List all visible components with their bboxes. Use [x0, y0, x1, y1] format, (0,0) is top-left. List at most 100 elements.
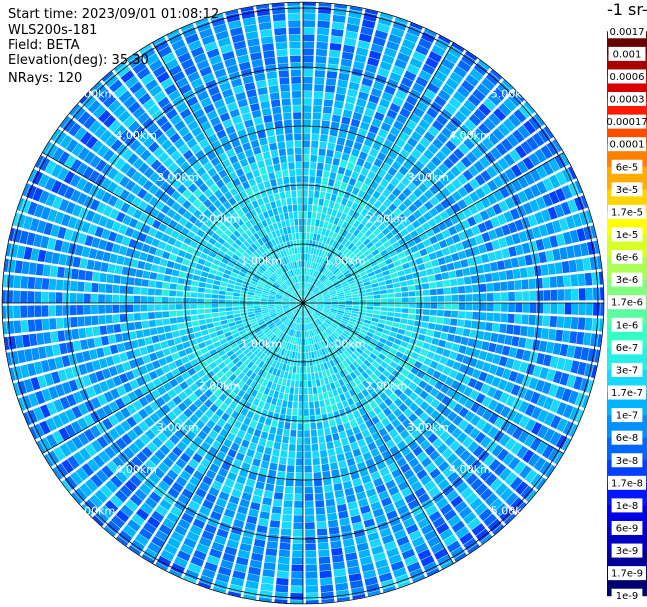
ray-gate [312, 119, 321, 127]
ray-gate [303, 373, 308, 381]
ray-gate [313, 105, 322, 113]
ray-gate [317, 162, 324, 170]
ray-gate [256, 422, 264, 431]
ray-gate [184, 321, 193, 328]
ray-gate [582, 257, 591, 271]
ray-gate [439, 264, 448, 273]
ray-gate [290, 358, 295, 366]
ray-gate [156, 273, 165, 281]
ray-gate [315, 63, 326, 71]
ray-gate [127, 277, 135, 286]
ray-gate [346, 184, 354, 193]
ray-gate [303, 232, 307, 240]
ray-gate [336, 453, 346, 462]
ray-gate [269, 520, 281, 528]
ray-gate [380, 303, 388, 307]
ray-gate [220, 319, 228, 325]
ray-gate [305, 585, 319, 593]
ray-gate [529, 303, 537, 314]
ray-gate [448, 270, 457, 279]
ray-gate [327, 512, 338, 521]
ray-gate [218, 311, 227, 317]
ray-gate [428, 252, 437, 261]
ray-gate [336, 137, 346, 146]
ray-gate [443, 317, 451, 325]
ray-gate [289, 387, 295, 395]
ray-gate [455, 269, 464, 278]
ray-gate [180, 264, 189, 272]
ray-gate [283, 393, 289, 401]
ray-gate [334, 575, 348, 584]
ray-gate [316, 34, 329, 43]
ray-gate [404, 268, 412, 275]
ray-gate [291, 415, 298, 423]
ray-gate [522, 303, 530, 313]
ray-gate [232, 299, 240, 303]
ray-gate [271, 397, 278, 406]
ray-gate [218, 303, 226, 308]
ray-gate [328, 200, 335, 209]
ray-gate [319, 563, 332, 572]
ray-gate [341, 152, 350, 162]
ray-gate [493, 303, 501, 312]
ray-gate [299, 380, 303, 388]
ray-gate [261, 305, 268, 308]
ray-gate [326, 405, 333, 414]
ray-gate [256, 444, 265, 454]
ray-gate [112, 294, 120, 303]
ray-gate [77, 316, 85, 327]
ray-gate [557, 303, 565, 315]
ray-gate [183, 285, 191, 292]
ray-gate [324, 427, 331, 436]
ray-gate [325, 192, 332, 201]
ray-gate [7, 259, 16, 273]
ray-gate [333, 151, 342, 160]
ray-gate [218, 294, 226, 299]
ray-gate [479, 283, 487, 293]
ray-gate [34, 291, 42, 303]
ray-gate [305, 592, 319, 600]
ray-gate [63, 267, 72, 279]
ray-gate [329, 419, 336, 428]
ray-gate [267, 433, 276, 442]
ray-gate [63, 317, 71, 329]
ray-gate [232, 292, 240, 297]
ray-gate [333, 568, 347, 577]
ray-gate [13, 320, 22, 334]
ray-gate [335, 417, 343, 426]
ray-gate [197, 287, 205, 293]
ray-gate [303, 34, 315, 42]
ray-gate [340, 437, 349, 446]
ray-gate [407, 285, 416, 291]
ray-gate [109, 253, 118, 264]
ray-gate [385, 279, 393, 285]
ray-gate [334, 100, 344, 109]
ray-gate [146, 254, 155, 263]
ray-gate [290, 429, 297, 437]
ray-gate [507, 280, 515, 291]
ray-gate [536, 303, 544, 314]
ray-gate [166, 260, 175, 269]
ray-gate [116, 255, 125, 265]
ray-gate [263, 562, 276, 571]
ray-gate [313, 393, 319, 402]
ray-gate [41, 291, 49, 303]
ray-gate [166, 339, 176, 347]
ray-gate [398, 323, 407, 330]
ray-gate [311, 133, 320, 141]
ray-gate [419, 328, 428, 335]
ray-gate [317, 428, 324, 437]
ray-gate [415, 308, 423, 315]
ray-gate [274, 434, 282, 443]
ray-gate [305, 239, 310, 247]
ray-gate [314, 400, 320, 409]
ray-gate [312, 204, 318, 212]
ray-gate [296, 437, 303, 445]
ray-gate [275, 384, 282, 392]
ray-gate [346, 161, 355, 171]
ray-gate [260, 303, 268, 306]
ray-gate [386, 283, 394, 289]
ray-gate [154, 296, 162, 303]
ray-gate [400, 286, 409, 292]
ray-gate [422, 309, 430, 316]
